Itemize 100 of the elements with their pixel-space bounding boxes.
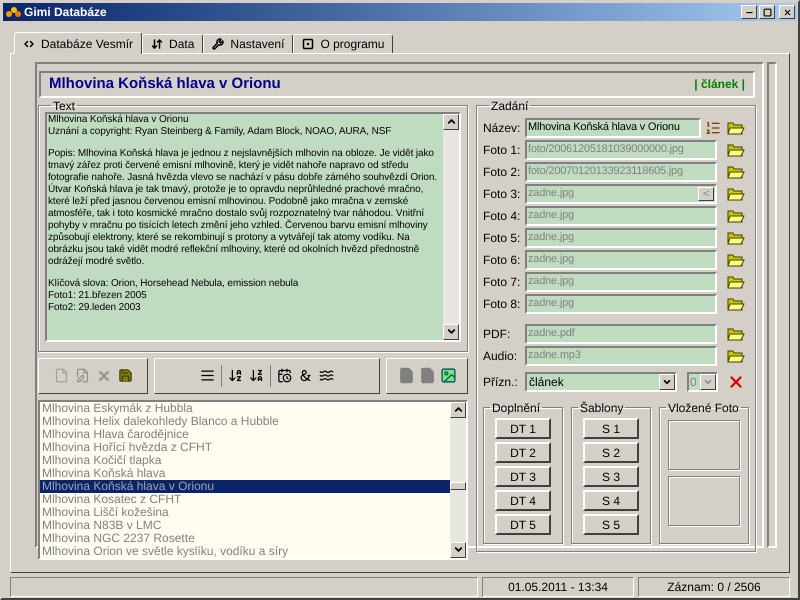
photo-slot bbox=[668, 420, 740, 470]
folder-icon[interactable] bbox=[727, 120, 745, 136]
group-legend: Zadání bbox=[489, 100, 530, 112]
folder-icon[interactable] bbox=[727, 186, 745, 202]
folder-icon[interactable] bbox=[727, 326, 745, 342]
waves-icon[interactable] bbox=[319, 368, 334, 383]
text-paragraph: Popis: Mlhovina Koňská hlava je jednou z nejslavnějších mlhovin na obloze. Je vidět jako tmavý zářez proti červené emisní mlhovině, který je vidět nahoře napravo od středu fotografie nahoře. Jasná hvězda vlevo se nachází v pásu dobře zámého souhvězdí Orion. Útvar Koňská hlava je tak tmavý, protože je to opravdu neprůhledné prachové mračno, které leží před jasnou červenou emisní mlhovinou. Podobně jako mračna v zemské atmosféře, tak i toto kosmické mračno dostalo svůj rozpoznatelný tvar náhodou. Vnitřní pohyby v mračnu po tisících letech změní jeho vzhled. Červenou barvu emisní mlhoviny způsobují elektrony, které se rekombinují s protony a vytvářejí tak atomy vodíku. Na obrázku jsou také vidět modré reflekční mlhoviny, které od okolních hvězd přednostně odrážejí modré světlo. bbox=[48, 148, 438, 268]
scroll-down-button[interactable] bbox=[450, 542, 466, 558]
template-button[interactable]: DT 4 bbox=[495, 490, 551, 510]
arrow-up-icon bbox=[446, 116, 456, 127]
template-button[interactable]: DT 2 bbox=[495, 442, 551, 462]
photo-slot bbox=[668, 476, 740, 526]
arrow-down-icon bbox=[452, 544, 464, 555]
list-item[interactable]: Mlhovina NGC 2237 Rosette bbox=[40, 532, 450, 544]
status-datetime: 01.05.2011 - 13:34 bbox=[482, 577, 634, 597]
sort-icon[interactable] bbox=[228, 368, 243, 383]
close-button[interactable] bbox=[779, 5, 795, 19]
tab[interactable]: Nastavení bbox=[203, 34, 294, 53]
document-icon[interactable] bbox=[398, 367, 414, 384]
list-item[interactable]: Mlhovina Koňská hlava v Orionu bbox=[40, 480, 450, 492]
sort-icon[interactable] bbox=[249, 368, 264, 383]
text-field[interactable]: Mlhovina Koňská hlava v Orionu bbox=[525, 118, 701, 138]
template-button[interactable]: DT 5 bbox=[495, 514, 551, 534]
group-legend: Text bbox=[51, 100, 78, 112]
text-paragraph: Foto1: 21.březen 2005 bbox=[48, 290, 148, 302]
close-icon bbox=[782, 8, 792, 16]
maximize-icon bbox=[762, 8, 772, 16]
numbered-list-icon[interactable] bbox=[705, 120, 721, 136]
folder-icon[interactable] bbox=[727, 230, 745, 246]
folder-icon[interactable] bbox=[727, 208, 745, 224]
field-label: Foto 5: bbox=[483, 230, 522, 246]
template-button[interactable]: S 4 bbox=[583, 490, 639, 510]
record-list[interactable] bbox=[38, 400, 468, 560]
text-paragraph: Klíčová slova: Orion, Horsehead Nebula, emission nebula bbox=[48, 278, 300, 290]
scroll-up-button[interactable] bbox=[443, 114, 459, 130]
template-button[interactable]: DT 3 bbox=[495, 466, 551, 486]
template-button[interactable]: S 5 bbox=[583, 514, 639, 534]
folder-icon[interactable] bbox=[727, 142, 745, 158]
app-logo-icon bbox=[5, 6, 21, 18]
tab-icon bbox=[302, 38, 314, 50]
list-item[interactable]: Mlhovina Hořící hvězda z CFHT bbox=[40, 440, 450, 454]
ampersand-icon[interactable] bbox=[298, 368, 313, 383]
field-label: Název: bbox=[483, 120, 522, 136]
folder-icon[interactable] bbox=[727, 274, 745, 290]
field-label: Foto 1: bbox=[483, 142, 522, 158]
list-item[interactable]: Mlhovina N83B v LMC bbox=[40, 518, 450, 532]
list-item[interactable]: Mlhovina Koňská hlava bbox=[40, 466, 450, 480]
group-legend: Šablony bbox=[578, 402, 626, 414]
folder-icon[interactable] bbox=[727, 348, 745, 364]
number-dropdown[interactable]: 0 bbox=[687, 372, 718, 392]
scrollbar[interactable] bbox=[443, 114, 459, 340]
type-dropdown[interactable]: článek bbox=[525, 372, 677, 392]
field-label: Audio: bbox=[483, 348, 518, 364]
group-legend: Doplnění bbox=[490, 402, 542, 414]
tab[interactable]: Data bbox=[142, 34, 204, 53]
field-label: Foto 3: bbox=[483, 186, 522, 202]
field-label: Foto 6: bbox=[483, 252, 522, 268]
scroll-thumb[interactable] bbox=[450, 482, 466, 490]
field-label: Foto 8: bbox=[483, 296, 522, 312]
scroll-up-button[interactable] bbox=[450, 402, 466, 418]
scrollbar[interactable] bbox=[450, 402, 466, 558]
image-icon[interactable] bbox=[440, 367, 456, 384]
list-item[interactable]: Mlhovina Eskymák z Hubbla bbox=[40, 402, 450, 414]
text-area[interactable] bbox=[45, 112, 461, 342]
tab-icon bbox=[151, 38, 164, 50]
document-icon[interactable] bbox=[418, 367, 436, 384]
template-button[interactable]: DT 1 bbox=[495, 418, 551, 438]
folder-icon[interactable] bbox=[727, 164, 745, 180]
arrow-up-icon bbox=[452, 404, 464, 415]
list-item[interactable]: Mlhovina Kosatec z CFHT bbox=[40, 492, 450, 506]
template-button[interactable]: S 2 bbox=[583, 442, 639, 462]
field-label: Přízn.: bbox=[483, 374, 519, 390]
folder-icon[interactable] bbox=[727, 252, 745, 268]
group-legend: Vložené Foto bbox=[666, 402, 741, 414]
tab-icon bbox=[212, 38, 224, 50]
tab[interactable]: Databáze Vesmír bbox=[14, 32, 142, 54]
calendar-clock-icon[interactable] bbox=[277, 368, 292, 383]
template-button[interactable]: S 3 bbox=[583, 466, 639, 486]
save-icon[interactable] bbox=[118, 368, 132, 383]
minimize-button[interactable] bbox=[741, 5, 757, 19]
maximize-button[interactable] bbox=[759, 5, 775, 19]
folder-icon[interactable] bbox=[727, 296, 745, 312]
list-item[interactable]: Mlhovina Orion ve světle kyslíku, vodíku a síry bbox=[40, 544, 450, 558]
field-label: PDF: bbox=[483, 326, 512, 342]
field-label: Foto 4: bbox=[483, 208, 522, 224]
text-paragraph: Mlhovina Koňská hlava v Orionu bbox=[48, 114, 190, 126]
tab[interactable]: O programu bbox=[293, 34, 394, 53]
record-title: Mlhovina Koňská hlava v Orionu bbox=[49, 74, 281, 94]
record-type: | článek | bbox=[694, 76, 745, 94]
template-button[interactable]: S 1 bbox=[583, 418, 639, 438]
text-paragraph: Foto2: 29.leden 2003 bbox=[48, 302, 142, 314]
align-text-icon[interactable] bbox=[200, 368, 215, 383]
list-item[interactable]: Mlhovina Kočičí tlapka bbox=[40, 454, 450, 466]
text-paragraph: Uznání a copyright: Ryan Steinberg & Family, Adam Block, NOAO, AURA, NSF bbox=[48, 126, 392, 138]
list-item[interactable]: Mlhovina Hlava čarodějnice bbox=[40, 428, 450, 440]
status-record-count: Záznam: 0 / 2506 bbox=[638, 577, 790, 597]
scroll-down-button[interactable] bbox=[443, 324, 459, 340]
list-item[interactable]: Mlhovina Liščí kožešina bbox=[40, 506, 450, 518]
list-item[interactable]: Mlhovina Helix dalekohledy Blanco a Hubble bbox=[40, 414, 450, 428]
field-label: Foto 2: bbox=[483, 164, 522, 180]
